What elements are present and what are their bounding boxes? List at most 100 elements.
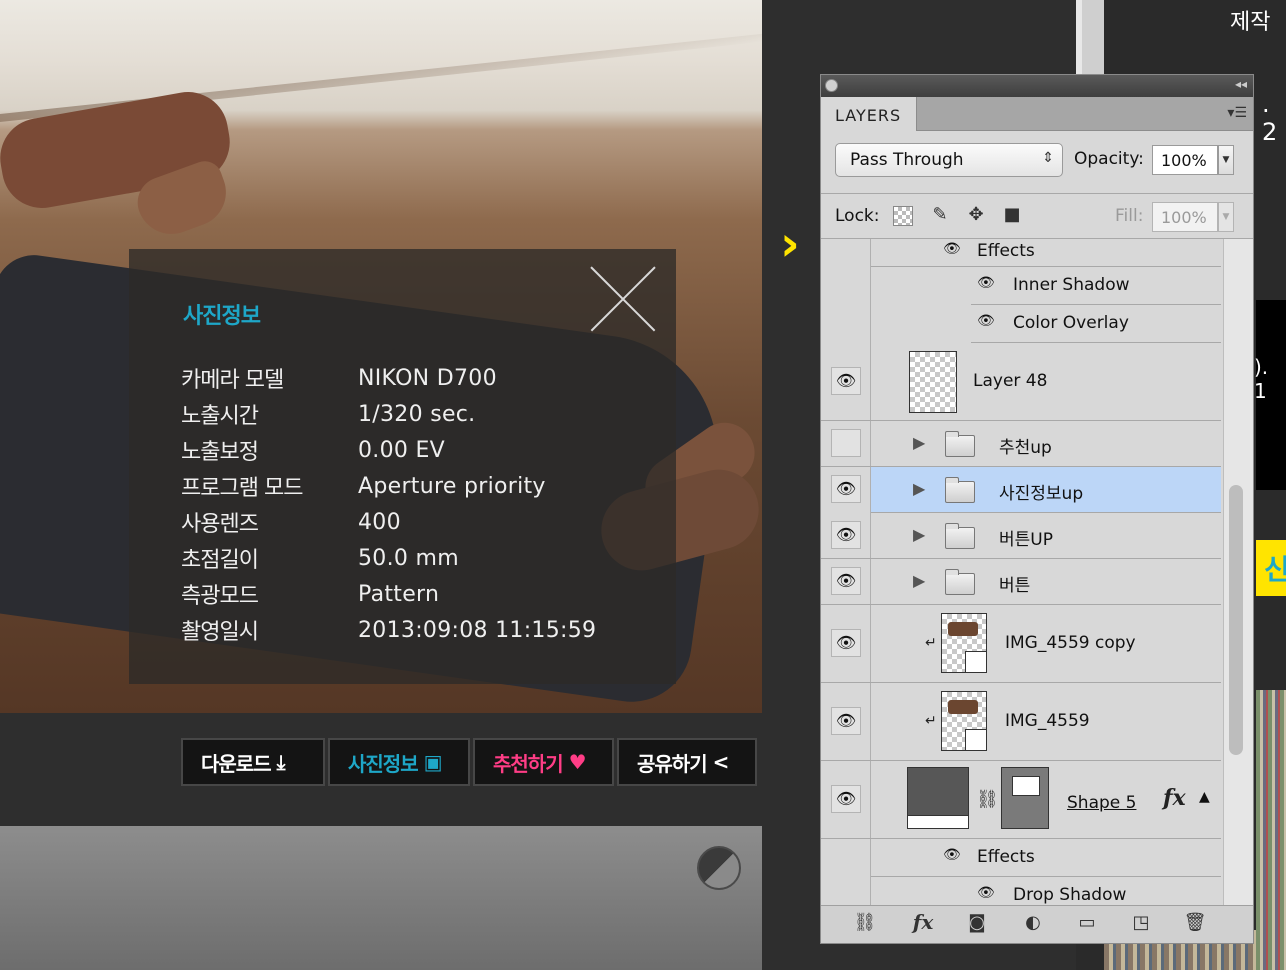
add-style-fx-icon[interactable]: fx (909, 910, 937, 934)
heart-icon: ♥ (568, 750, 587, 774)
eye-icon[interactable]: 👁 (977, 313, 995, 329)
blend-mode-select[interactable]: Pass Through ⇕ (835, 143, 1063, 177)
info-label: 측광모드 (181, 584, 259, 609)
fill-label: Fill: (1115, 206, 1144, 226)
eye-icon[interactable]: 👁 (831, 567, 861, 595)
info-row: 노출보정 0.00 EV (181, 432, 596, 468)
layer-thumbnail (909, 351, 957, 413)
layer-name: 버튼UP (999, 530, 1053, 550)
expand-triangle-icon[interactable]: ▶ (913, 479, 925, 498)
eye-icon[interactable]: 👁 (831, 475, 861, 503)
layer-name: Layer 48 (973, 371, 1048, 391)
clipping-mask-icon: ↵ (925, 713, 937, 729)
lock-transparency-icon[interactable] (893, 206, 913, 226)
layer-effect-row[interactable]: 👁 Inner Shadow (971, 267, 1221, 305)
eye-icon[interactable]: 👁 (943, 241, 961, 257)
layer-row[interactable]: 👁 ⛓ Shape 5 fx ▲ (821, 761, 1221, 839)
eye-icon[interactable]: 👁 (977, 275, 995, 291)
fill-input[interactable]: 100% (1152, 202, 1218, 232)
info-value: NIKON D700 (358, 365, 497, 391)
lock-position-icon[interactable]: ✥ (965, 204, 987, 226)
layer-group-row[interactable]: ▶ 추천up (821, 421, 1221, 467)
collapse-icon[interactable]: ◂◂ (1235, 77, 1247, 91)
fill-dropdown-icon[interactable]: ▼ (1218, 202, 1234, 232)
photo-info-button[interactable]: 사진정보 ▣ (328, 738, 470, 786)
add-mask-icon[interactable]: ◙ (963, 912, 991, 936)
vector-mask-thumbnail (1001, 767, 1049, 829)
download-button[interactable]: 다운로드 ⤓ (181, 738, 325, 786)
eye-icon[interactable]: 👁 (831, 785, 861, 813)
info-row: 사용렌즈 400 (181, 504, 596, 540)
new-layer-icon[interactable]: ◳ (1127, 912, 1155, 936)
select-arrows-icon: ⇕ (1042, 150, 1054, 166)
layer-row[interactable]: 👁 ↵ IMG_4559 copy (821, 605, 1221, 683)
layer-effects-row[interactable]: 👁 Effects (871, 239, 1221, 267)
info-value: 400 (358, 509, 401, 535)
share-button[interactable]: 공유하기 < (617, 738, 757, 786)
info-label: 프로그램 모드 (181, 476, 303, 501)
opacity-input[interactable]: 100% (1152, 145, 1218, 175)
panel-menu-icon[interactable]: ▾☰ (1227, 105, 1247, 121)
layer-effect-row[interactable]: 👁 Color Overlay (971, 305, 1221, 343)
photo-info-list: 카메라 모델 NIKON D700 노출시간 1/320 sec. 노출보정 0.00… (181, 360, 596, 648)
shape-thumbnail (907, 767, 969, 829)
info-label: 초점길이 (181, 548, 259, 573)
eye-icon[interactable]: 👁 (977, 885, 995, 901)
layer-effects-row[interactable]: 👁 Effects (871, 839, 1221, 877)
panel-titlebar[interactable]: ◂◂ (821, 75, 1253, 97)
layer-group-row[interactable]: 👁 ▶ 버튼UP (821, 513, 1221, 559)
adjustment-layer-icon[interactable]: ◐ (1019, 912, 1047, 936)
layer-effect-row[interactable]: 👁 Drop Shadow (971, 877, 1221, 905)
close-icon[interactable] (590, 266, 656, 332)
info-value: 0.00 EV (358, 437, 446, 463)
layer-name: 사진정보up (999, 484, 1084, 504)
layer-group-row[interactable]: 👁 ▶ 버튼 (821, 559, 1221, 605)
close-panel-icon[interactable] (825, 79, 838, 92)
new-group-folder-icon[interactable]: ▭ (1073, 912, 1101, 936)
link-chain-icon[interactable]: ⛓ (976, 789, 999, 810)
layer-name: 추천up (999, 438, 1052, 458)
lower-content-panel (0, 826, 762, 970)
info-label: 사용렌즈 (181, 512, 259, 537)
eye-icon[interactable]: 👁 (831, 521, 861, 549)
layers-panel: ◂◂ LAYERS ▾☰ Pass Through ⇕ Opacity: 100%… (820, 74, 1254, 944)
opacity-dropdown-icon[interactable]: ▼ (1218, 145, 1234, 175)
layer-thumbnail (941, 613, 987, 673)
photo-info-title: 사진정보 (183, 304, 261, 329)
bookshelf-image (1256, 690, 1286, 970)
lock-brush-icon[interactable]: ✎ (929, 204, 951, 226)
layer-group-row-selected[interactable]: ▶ 사진정보up (871, 467, 1221, 513)
folder-icon (945, 569, 975, 595)
eye-icon[interactable]: 👁 (831, 367, 861, 395)
eye-icon[interactable]: 👁 (943, 847, 961, 863)
layer-row[interactable]: 👁 Layer 48 (821, 343, 1221, 421)
eye-icon[interactable]: 👁 (831, 629, 861, 657)
eye-toggle-hidden[interactable] (831, 429, 861, 457)
info-row: 프로그램 모드 Aperture priority (181, 468, 596, 504)
link-layers-icon[interactable]: ⛓ (851, 912, 879, 936)
fx-icon[interactable]: fx (1163, 785, 1186, 811)
expand-triangle-icon[interactable]: ▶ (913, 571, 925, 590)
blend-mode-value: Pass Through (850, 150, 964, 170)
trash-icon[interactable]: 🗑 (1181, 912, 1209, 936)
layer-row[interactable]: 👁 ↵ IMG_4559 (821, 683, 1221, 761)
info-label: 노출시간 (181, 404, 259, 429)
info-label: 노출보정 (181, 440, 259, 465)
expand-triangle-icon[interactable]: ▶ (913, 525, 925, 544)
loading-indicator-icon (697, 846, 741, 890)
eye-icon[interactable]: 👁 (831, 707, 861, 735)
chevron-right-icon[interactable]: › (780, 220, 800, 268)
lock-row: Lock: ✎ ✥ ■ Fill: 100% ▼ (821, 193, 1253, 239)
lock-all-icon[interactable]: ■ (1001, 204, 1023, 226)
layers-bottom-toolbar: ⛓ fx ◙ ◐ ▭ ◳ 🗑 (821, 905, 1253, 943)
info-row: 초점길이 50.0 mm (181, 540, 596, 576)
tab-layers[interactable]: LAYERS (821, 97, 917, 131)
opacity-label: Opacity: (1074, 149, 1144, 169)
collapse-effects-icon[interactable]: ▲ (1199, 789, 1210, 805)
recommend-button[interactable]: 추천하기 ♥ (473, 738, 614, 786)
expand-triangle-icon[interactable]: ▶ (913, 433, 925, 452)
scrollbar-thumb[interactable] (1229, 485, 1243, 755)
download-label: 다운로드 (201, 751, 272, 776)
info-row: 촬영일시 2013:09:08 11:15:59 (181, 612, 596, 648)
layer-name: Drop Shadow (1013, 885, 1127, 905)
